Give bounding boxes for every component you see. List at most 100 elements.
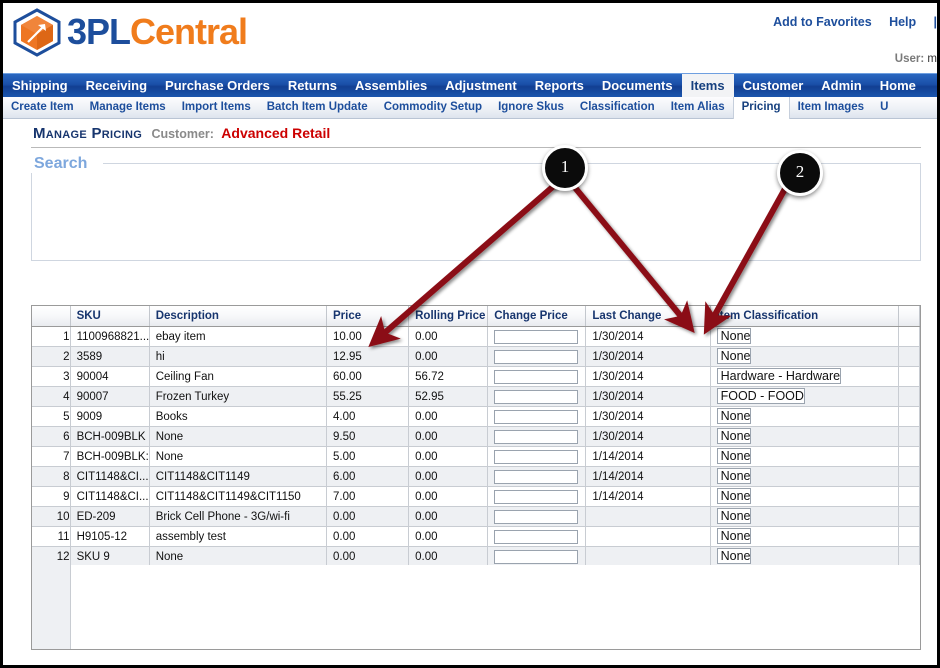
nav-item-assemblies[interactable]: Assemblies <box>346 74 436 98</box>
table-row[interactable]: 8 CIT1148&CI... CIT1148&CIT1149 6.00 0.00 1/1… <box>32 466 920 487</box>
col-header-blank-0[interactable] <box>32 306 71 327</box>
item-classification-input[interactable]: FOOD - FOOD <box>716 388 805 404</box>
add-to-favorites-link[interactable]: Add to Favorites <box>773 15 872 29</box>
table-row[interactable]: 11 H9105-12 assembly test 0.00 0.00 None <box>32 526 920 547</box>
cell-description: CIT1148&CIT1149 <box>149 466 327 487</box>
change-price-input[interactable] <box>494 389 579 404</box>
cell-rolling-price: 0.00 <box>408 426 489 447</box>
col-header-item-classification[interactable]: Item Classification <box>710 306 899 327</box>
col-header-blank-8[interactable] <box>898 306 920 327</box>
col-header-rolling-price[interactable]: Rolling Price <box>408 306 489 327</box>
item-classification-input[interactable]: None <box>716 448 752 464</box>
cell-rolling-price: 0.00 <box>408 406 489 427</box>
subnav-item-import-items[interactable]: Import Items <box>174 97 259 119</box>
item-classification-input[interactable]: None <box>716 548 752 564</box>
change-price-input[interactable] <box>494 509 579 524</box>
nav-item-purchase-orders[interactable]: Purchase Orders <box>156 74 279 98</box>
item-classification-input[interactable]: None <box>716 328 752 344</box>
table-row[interactable]: 2 3589 hi 12.95 0.00 1/30/2014 None <box>32 346 920 367</box>
nav-item-admin[interactable]: Admin <box>812 74 870 98</box>
subnav-item-batch-item-update[interactable]: Batch Item Update <box>259 97 376 119</box>
row-number: 5 <box>32 406 71 427</box>
col-header-sku[interactable]: SKU <box>70 306 150 327</box>
cell-item-classification: Hardware - Hardware <box>710 366 899 387</box>
change-price-input[interactable] <box>494 529 579 544</box>
table-row[interactable]: 6 BCH-009BLK None 9.50 0.00 1/30/2014 None <box>32 426 920 447</box>
item-classification-input[interactable]: None <box>716 488 752 504</box>
nav-item-reports[interactable]: Reports <box>526 74 593 98</box>
nav-item-items[interactable]: Items <box>681 74 734 98</box>
nav-item-documents[interactable]: Documents <box>593 74 682 98</box>
cell-sku: 90007 <box>70 386 150 407</box>
cell-change-price <box>487 506 587 527</box>
subnav-item-u[interactable]: U <box>872 97 896 119</box>
cell-change-price <box>487 546 587 567</box>
page-customer-label: Customer: <box>151 127 214 141</box>
nav-item-customer[interactable]: Customer <box>734 74 813 98</box>
change-price-input[interactable] <box>494 329 579 344</box>
cell-change-price <box>487 326 587 347</box>
item-classification-input[interactable]: None <box>716 408 752 424</box>
item-classification-input[interactable]: None <box>716 528 752 544</box>
change-price-input[interactable] <box>494 409 579 424</box>
change-price-input[interactable] <box>494 469 579 484</box>
item-classification-input[interactable]: None <box>716 428 752 444</box>
subnav-item-item-images[interactable]: Item Images <box>790 97 872 119</box>
cell-rolling-price: 0.00 <box>408 326 489 347</box>
table-row[interactable]: 5 9009 Books 4.00 0.00 1/30/2014 None <box>32 406 920 427</box>
col-header-price[interactable]: Price <box>326 306 410 327</box>
cell-item-classification: None <box>710 526 899 547</box>
help-link[interactable]: Help <box>889 15 916 29</box>
subnav-item-manage-items[interactable]: Manage Items <box>82 97 174 119</box>
item-classification-input[interactable]: None <box>716 508 752 524</box>
table-row[interactable]: 12 SKU 9 None 0.00 0.00 None <box>32 546 920 567</box>
cell-trailing <box>898 446 920 467</box>
cell-trailing <box>898 486 920 507</box>
cell-price: 12.95 <box>326 346 410 367</box>
change-price-input[interactable] <box>494 369 579 384</box>
subnav-item-ignore-skus[interactable]: Ignore Skus <box>490 97 572 119</box>
change-price-input[interactable] <box>494 449 579 464</box>
table-row[interactable]: 7 BCH-009BLK:L None 5.00 0.00 1/14/2014 None <box>32 446 920 467</box>
brand-wordmark[interactable]: 3PLCentral <box>67 11 248 53</box>
nav-item-adjustment[interactable]: Adjustment <box>436 74 526 98</box>
nav-item-shipping[interactable]: Shipping <box>3 74 77 98</box>
subnav-item-classification[interactable]: Classification <box>572 97 663 119</box>
change-price-input[interactable] <box>494 349 579 364</box>
subnav-item-commodity-setup[interactable]: Commodity Setup <box>376 97 490 119</box>
change-price-input[interactable] <box>494 549 579 564</box>
brand-wordmark-3pl: 3PL <box>67 11 131 52</box>
change-price-input[interactable] <box>494 429 579 444</box>
cell-item-classification: None <box>710 486 899 507</box>
cell-last-change: 1/30/2014 <box>585 326 711 347</box>
table-row[interactable]: 1 1100968821... ebay item 10.00 0.00 1/30/201… <box>32 326 920 347</box>
table-row[interactable]: 4 90007 Frozen Turkey 55.25 52.95 1/30/2014 FO… <box>32 386 920 407</box>
cell-sku: H9105-12 <box>70 526 150 547</box>
item-classification-input[interactable]: Hardware - Hardware <box>716 368 842 384</box>
col-header-description[interactable]: Description <box>149 306 327 327</box>
cell-rolling-price: 52.95 <box>408 386 489 407</box>
change-price-input[interactable] <box>494 489 579 504</box>
grid-empty-area <box>32 565 920 649</box>
cell-description: CIT1148&CIT1149&CIT1150 <box>149 486 327 507</box>
cell-change-price <box>487 526 587 547</box>
header-divider: | <box>933 15 938 29</box>
item-classification-input[interactable]: None <box>716 468 752 484</box>
subnav-item-pricing[interactable]: Pricing <box>732 97 790 119</box>
nav-item-returns[interactable]: Returns <box>279 74 346 98</box>
table-row[interactable]: 10 ED-209 Brick Cell Phone - 3G/wi-fi 0.00 0… <box>32 506 920 527</box>
nav-item-home[interactable]: Home <box>871 74 925 98</box>
3pl-central-logo-icon[interactable] <box>11 7 63 57</box>
cell-price: 0.00 <box>326 526 410 547</box>
item-classification-input[interactable]: None <box>716 348 752 364</box>
table-row[interactable]: 3 90004 Ceiling Fan 60.00 56.72 1/30/2014 Hard… <box>32 366 920 387</box>
col-header-last-change[interactable]: Last Change <box>585 306 711 327</box>
table-row[interactable]: 9 CIT1148&CI... CIT1148&CIT1149&CIT1150 7.0… <box>32 486 920 507</box>
row-number: 7 <box>32 446 71 467</box>
cell-sku: SKU 9 <box>70 546 150 567</box>
subnav-item-item-alias[interactable]: Item Alias <box>663 97 733 119</box>
col-header-change-price[interactable]: Change Price <box>487 306 587 327</box>
subnav-item-create-item[interactable]: Create Item <box>3 97 82 119</box>
nav-item-receiving[interactable]: Receiving <box>77 74 156 98</box>
cell-last-change: 1/30/2014 <box>585 346 711 367</box>
